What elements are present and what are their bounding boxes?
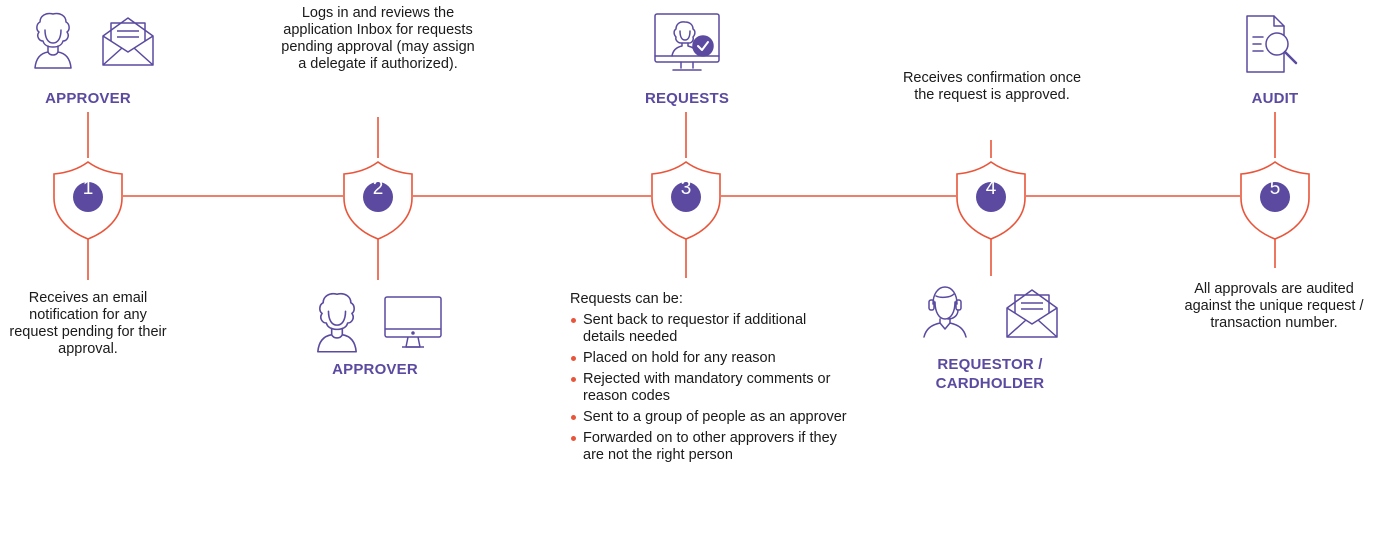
step-1-shield: 1 <box>50 158 126 242</box>
step-2-shield: 2 <box>340 158 416 242</box>
step-3-label: REQUESTS <box>644 90 730 107</box>
step-3-shield: 3 <box>648 158 724 242</box>
step-number: 5 <box>1269 178 1281 199</box>
step-4-shield: 4 <box>953 158 1029 242</box>
step-1-label: APPROVER <box>45 90 131 107</box>
list-item: Forwarded on to other approvers if they … <box>570 430 838 464</box>
step-5-shield: 5 <box>1237 158 1313 242</box>
step-1-description: Receives an email notification for any r… <box>9 290 167 357</box>
person-icon <box>312 290 362 356</box>
list-item: Sent back to requestor if additional det… <box>570 312 850 346</box>
list-item: Placed on hold for any reason <box>570 350 850 367</box>
step-number: 2 <box>372 178 384 199</box>
step-4-description: Receives confirmation once the request i… <box>902 70 1082 103</box>
step-5-description: All approvals are audited against the un… <box>1184 281 1364 331</box>
step-number: 4 <box>985 178 997 199</box>
requests-intro: Requests can be: <box>570 291 683 307</box>
headset-person-icon <box>920 282 970 340</box>
step-4-label: REQUESTOR / CARDHOLDER <box>935 356 1045 392</box>
monitor-person-check-icon <box>651 10 723 76</box>
document-search-icon <box>1244 13 1300 75</box>
step-number: 1 <box>82 178 94 199</box>
envelope-icon <box>100 14 156 68</box>
requests-list: Sent back to requestor if additional det… <box>570 312 850 464</box>
person-icon <box>30 10 76 72</box>
step-2-description: Logs in and reviews the application Inbo… <box>281 5 475 72</box>
envelope-icon <box>1004 286 1060 340</box>
monitor-icon <box>382 294 444 352</box>
step-5-label: AUDIT <box>1251 90 1299 107</box>
list-item: Sent to a group of people as an approver <box>570 409 848 426</box>
list-item: Rejected with mandatory comments or reas… <box>570 371 850 405</box>
step-3-details: Requests can be: Sent back to requestor … <box>570 291 850 468</box>
step-number: 3 <box>680 178 692 199</box>
step-2-label: APPROVER <box>332 361 418 378</box>
